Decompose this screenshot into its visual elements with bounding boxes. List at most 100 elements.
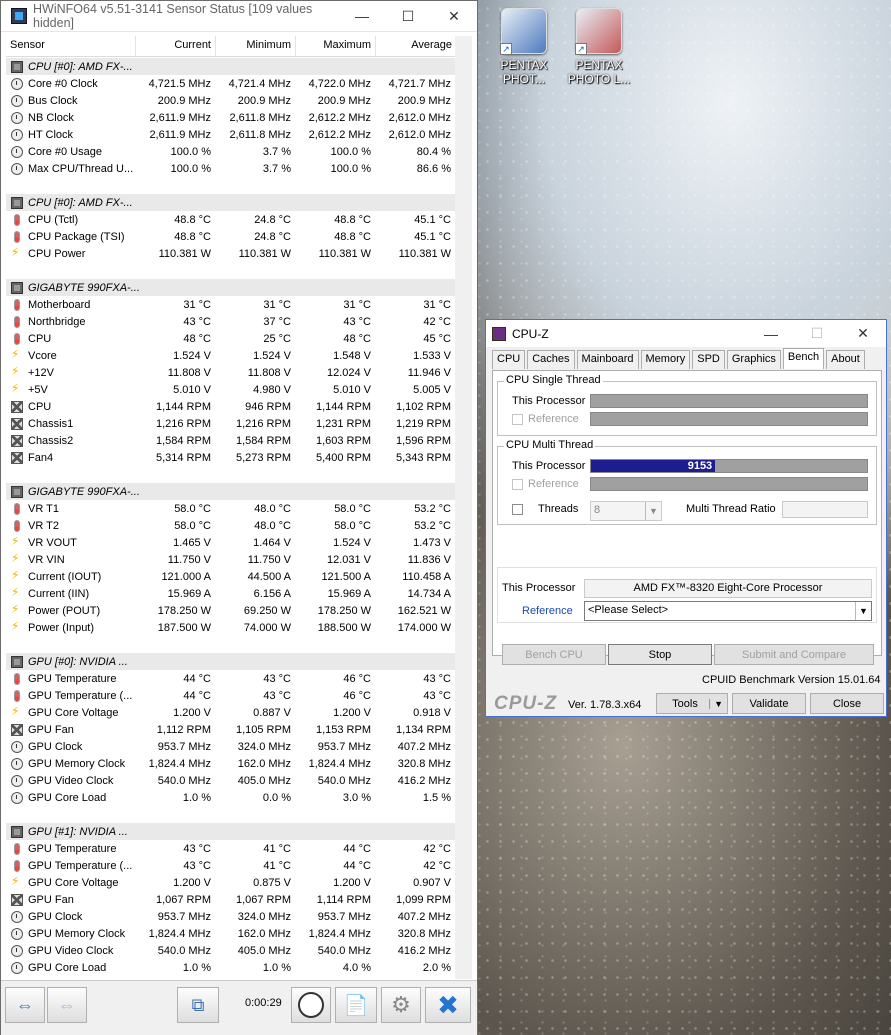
sensor-row[interactable]: Core #0 Usage 100.0 % 3.7 % 100.0 % 80.4 % bbox=[6, 143, 456, 160]
tab-about[interactable]: About bbox=[826, 350, 865, 369]
sensor-row[interactable]: VR T1 58.0 °C 48.0 °C 58.0 °C 53.2 °C bbox=[6, 500, 456, 517]
sensor-row[interactable]: Current (IIN) 15.969 A 6.156 A 15.969 A 14.7… bbox=[6, 585, 456, 602]
sensor-row[interactable]: GPU Temperature 44 °C 43 °C 46 °C 43 °C bbox=[6, 670, 456, 687]
tab-bench[interactable]: Bench bbox=[782, 348, 825, 369]
minimum-value: 43 °C bbox=[263, 672, 291, 685]
sensor-row[interactable]: Motherboard 31 °C 31 °C 31 °C 31 °C bbox=[6, 296, 456, 313]
navigate-arrows-disabled-button[interactable]: ⇔ bbox=[47, 987, 87, 1023]
column-header-minimum[interactable]: Minimum bbox=[216, 36, 296, 56]
sensor-row[interactable]: CPU Power 110.381 W 110.381 W 110.381 W 110.… bbox=[6, 245, 456, 262]
sensor-row[interactable]: Chassis2 1,584 RPM 1,584 RPM 1,603 RPM 1,596… bbox=[6, 432, 456, 449]
validate-button[interactable]: Validate bbox=[732, 693, 806, 714]
sensor-group-row[interactable]: CPU [#0]: AMD FX-... bbox=[6, 194, 456, 211]
sensor-row[interactable]: GPU Video Clock 540.0 MHz 405.0 MHz 540.0 M… bbox=[6, 942, 456, 959]
thermometer-icon bbox=[14, 842, 20, 855]
close-app-button[interactable]: Close bbox=[810, 693, 884, 714]
close-button[interactable]: ✕ bbox=[431, 1, 477, 32]
sensor-row[interactable]: CPU Package (TSI) 48.8 °C 24.8 °C 48.8 °C 45… bbox=[6, 228, 456, 245]
thermometer-icon bbox=[14, 298, 20, 311]
sensor-row[interactable]: GPU Clock 953.7 MHz 324.0 MHz 953.7 MHz 407.… bbox=[6, 738, 456, 755]
column-header-current[interactable]: Current bbox=[136, 36, 216, 56]
network-button[interactable]: ⧉ bbox=[177, 987, 219, 1023]
sensor-row[interactable]: CPU 1,144 RPM 946 RPM 1,144 RPM 1,102 RPM bbox=[6, 398, 456, 415]
tab-mainboard[interactable]: Mainboard bbox=[576, 350, 639, 369]
hwinfo-titlebar[interactable]: HWiNFO64 v5.51-3141 Sensor Status [109 v… bbox=[1, 1, 477, 32]
sensor-row[interactable]: CPU 48 °C 25 °C 48 °C 45 °C bbox=[6, 330, 456, 347]
close-button[interactable]: ✕ bbox=[840, 320, 886, 347]
sensor-row[interactable]: GPU Core Voltage 1.200 V 0.875 V 1.200 V 0.9… bbox=[6, 874, 456, 891]
vertical-scrollbar[interactable] bbox=[455, 36, 472, 979]
sensor-group-row[interactable]: CPU [#0]: AMD FX-... bbox=[6, 58, 456, 75]
sensor-group-row[interactable]: GIGABYTE 990FXA-... bbox=[6, 279, 456, 296]
tab-memory[interactable]: Memory bbox=[640, 350, 691, 369]
single-reference-checkbox[interactable] bbox=[512, 414, 523, 425]
sensor-row[interactable]: HT Clock 2,611.9 MHz 2,611.8 MHz 2,612.2 MH… bbox=[6, 126, 456, 143]
sensor-row[interactable]: GPU Memory Clock 1,824.4 MHz 162.0 MHz 1,82… bbox=[6, 755, 456, 772]
sensor-row[interactable]: GPU Fan 1,067 RPM 1,067 RPM 1,114 RPM 1,099 … bbox=[6, 891, 456, 908]
sensor-row[interactable]: Vcore 1.524 V 1.524 V 1.548 V 1.533 V bbox=[6, 347, 456, 364]
multi-reference-checkbox[interactable] bbox=[512, 479, 523, 490]
navigate-arrows-button[interactable]: ⇔ bbox=[5, 987, 45, 1023]
sensor-row[interactable]: +12V 11.808 V 11.808 V 12.024 V 11.946 V bbox=[6, 364, 456, 381]
sensor-row[interactable]: Fan4 5,314 RPM 5,273 RPM 5,400 RPM 5,343 RPM bbox=[6, 449, 456, 466]
pentax-photo-browser-shortcut[interactable]: ↗ PENTAX PHOT... bbox=[489, 8, 559, 86]
tools-button[interactable]: Tools ▼ bbox=[656, 693, 728, 714]
exit-button[interactable]: ✖ bbox=[425, 987, 471, 1023]
sensor-row[interactable]: Current (IOUT) 121.000 A 44.500 A 121.500 A… bbox=[6, 568, 456, 585]
sensor-row[interactable]: GPU Memory Clock 1,824.4 MHz 162.0 MHz 1,82… bbox=[6, 925, 456, 942]
settings-button[interactable]: ⚙ bbox=[381, 987, 421, 1023]
pentax-photo-laboratory-shortcut[interactable]: ↗ PENTAX PHOTO L... bbox=[564, 8, 634, 86]
threads-select[interactable]: 8 ▼ bbox=[590, 501, 662, 521]
clock-icon bbox=[11, 961, 23, 974]
sensor-row[interactable]: VR VIN 11.750 V 11.750 V 12.031 V 11.836 V bbox=[6, 551, 456, 568]
sensor-row[interactable]: GPU Core Load 1.0 % 0.0 % 3.0 % 1.5 % bbox=[6, 789, 456, 806]
cpuz-titlebar[interactable]: CPU-Z — ☐ ✕ bbox=[486, 320, 886, 347]
sensor-row[interactable]: Bus Clock 200.9 MHz 200.9 MHz 200.9 MHz 200.… bbox=[6, 92, 456, 109]
tab-cpu[interactable]: CPU bbox=[492, 350, 526, 369]
tab-spd[interactable]: SPD bbox=[692, 350, 725, 369]
sensor-group-row[interactable]: GPU [#1]: NVIDIA ... bbox=[6, 823, 456, 840]
bench-cpu-button[interactable]: Bench CPU bbox=[502, 644, 606, 665]
sensor-row[interactable]: Power (POUT) 178.250 W 69.250 W 178.250 W 16… bbox=[6, 602, 456, 619]
sensor-row[interactable]: Power (Input) 187.500 W 74.000 W 188.500 W 1… bbox=[6, 619, 456, 636]
minimize-button[interactable]: — bbox=[748, 320, 794, 347]
maximize-button[interactable]: ☐ bbox=[385, 1, 431, 32]
logging-button[interactable]: 📄 bbox=[335, 987, 377, 1023]
sensor-row[interactable]: +5V 5.010 V 4.980 V 5.010 V 5.005 V bbox=[6, 381, 456, 398]
tab-caches[interactable]: Caches bbox=[527, 350, 575, 369]
sensor-group-row[interactable]: GIGABYTE 990FXA-... bbox=[6, 483, 456, 500]
sensor-row[interactable]: Chassis1 1,216 RPM 1,216 RPM 1,231 RPM 1,219… bbox=[6, 415, 456, 432]
minimize-button[interactable]: — bbox=[339, 1, 385, 32]
submit-and-compare-button[interactable]: Submit and Compare bbox=[714, 644, 874, 665]
sensor-group-row[interactable]: GPU [#0]: NVIDIA ... bbox=[6, 653, 456, 670]
single-thread-legend: CPU Single Thread bbox=[504, 374, 603, 386]
sensor-row[interactable]: GPU Core Load 1.0 % 1.0 % 4.0 % 2.0 % bbox=[6, 959, 456, 976]
average-value: 0.918 V bbox=[413, 706, 451, 719]
sensor-row[interactable]: VR T2 58.0 °C 48.0 °C 58.0 °C 53.2 °C bbox=[6, 517, 456, 534]
sensor-row[interactable]: GPU Temperature (... 44 °C 43 °C 46 °C 43 °C bbox=[6, 687, 456, 704]
sensor-row[interactable]: GPU Temperature 43 °C 41 °C 44 °C 42 °C bbox=[6, 840, 456, 857]
sensor-row[interactable]: GPU Core Voltage 1.200 V 0.887 V 1.200 V 0.9… bbox=[6, 704, 456, 721]
sensor-row[interactable]: GPU Clock 953.7 MHz 324.0 MHz 953.7 MHz 407.… bbox=[6, 908, 456, 925]
tab-graphics[interactable]: Graphics bbox=[726, 350, 781, 369]
column-header-average[interactable]: Average bbox=[376, 36, 456, 56]
sensor-row[interactable]: Max CPU/Thread U... 100.0 % 3.7 % 100.0 % 86… bbox=[6, 160, 456, 177]
sensor-row[interactable]: NB Clock 2,611.9 MHz 2,611.8 MHz 2,612.2 MH… bbox=[6, 109, 456, 126]
sensor-row[interactable]: Northbridge 43 °C 37 °C 43 °C 42 °C bbox=[6, 313, 456, 330]
column-header-sensor[interactable]: Sensor bbox=[6, 36, 136, 56]
sensor-row[interactable]: CPU (Tctl) 48.8 °C 24.8 °C 48.8 °C 45.1 °C bbox=[6, 211, 456, 228]
reset-timer-button[interactable] bbox=[291, 987, 331, 1023]
sensor-row[interactable]: GPU Video Clock 540.0 MHz 405.0 MHz 540.0 M… bbox=[6, 772, 456, 789]
maximize-button[interactable]: ☐ bbox=[794, 320, 840, 347]
current-value: 100.0 % bbox=[170, 162, 211, 175]
sensor-row[interactable]: VR VOUT 1.465 V 1.464 V 1.524 V 1.473 V bbox=[6, 534, 456, 551]
threads-checkbox[interactable] bbox=[512, 504, 523, 515]
stop-button[interactable]: Stop bbox=[608, 644, 712, 665]
sensor-row[interactable]: GPU Temperature (... 43 °C 41 °C 44 °C 42 °C bbox=[6, 857, 456, 874]
column-header-maximum[interactable]: Maximum bbox=[296, 36, 376, 56]
current-value: 200.9 MHz bbox=[157, 94, 211, 107]
reference-select[interactable]: <Please Select> ▼ bbox=[584, 601, 872, 621]
sensor-row[interactable]: Core #0 Clock 4,721.5 MHz 4,721.4 MHz 4,722… bbox=[6, 75, 456, 92]
sensor-row[interactable]: GPU Fan 1,112 RPM 1,105 RPM 1,153 RPM 1,134 … bbox=[6, 721, 456, 738]
single-reference-bar bbox=[590, 412, 868, 426]
